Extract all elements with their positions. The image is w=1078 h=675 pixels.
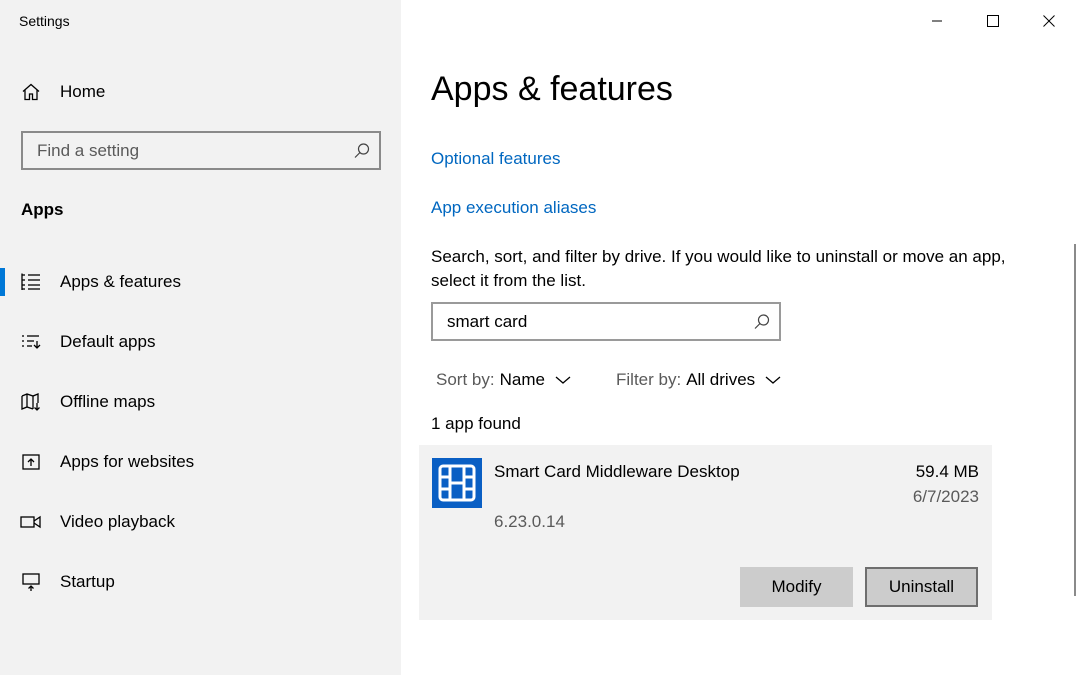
chevron-down-icon — [555, 376, 571, 384]
app-name: Smart Card Middleware Desktop — [494, 462, 740, 481]
app-search-input[interactable] — [447, 312, 747, 332]
scrollbar[interactable] — [1074, 244, 1076, 596]
sidebar-item-label: Video playback — [60, 512, 175, 531]
app-size: 59.4 MB — [915, 462, 979, 481]
close-icon — [1043, 15, 1055, 27]
window-title: Settings — [19, 13, 70, 29]
sidebar-item-offline-maps[interactable]: Offline maps — [0, 382, 401, 422]
uninstall-button[interactable]: Uninstall — [865, 567, 978, 607]
search-icon[interactable] — [353, 142, 371, 160]
apps-features-icon — [20, 271, 42, 293]
sidebar-item-apps-features[interactable]: Apps & features — [0, 262, 401, 302]
app-execution-aliases-link[interactable]: App execution aliases — [431, 198, 596, 218]
home-nav-item[interactable]: Home — [0, 72, 401, 112]
minimize-icon — [932, 20, 942, 22]
startup-icon — [20, 571, 42, 593]
optional-features-link[interactable]: Optional features — [431, 149, 560, 169]
filter-by-key: Filter by: — [616, 370, 682, 389]
home-label: Home — [60, 82, 106, 101]
chevron-down-icon — [765, 376, 781, 384]
sidebar-item-label: Offline maps — [60, 392, 156, 411]
section-title-apps: Apps — [21, 200, 64, 219]
minimize-button[interactable] — [917, 6, 957, 36]
sidebar-item-default-apps[interactable]: Default apps — [0, 322, 401, 362]
filter-by-value: All drives — [686, 370, 756, 389]
sidebar-item-label: Apps for websites — [60, 452, 195, 471]
home-icon — [20, 81, 42, 103]
app-list-item[interactable]: Smart Card Middleware Desktop 59.4 MB 6/… — [419, 445, 992, 620]
smart-card-app-icon — [432, 458, 482, 508]
search-description: Search, sort, and filter by drive. If yo… — [431, 247, 1006, 290]
sidebar: Settings Home Apps Apps & features Defau… — [0, 0, 401, 675]
sidebar-item-label: Default apps — [60, 332, 156, 351]
video-playback-icon — [20, 511, 42, 533]
app-install-date: 6/7/2023 — [912, 487, 979, 506]
page-title: Apps & features — [431, 70, 673, 108]
apps-for-websites-icon — [20, 451, 42, 473]
find-setting-search[interactable] — [21, 131, 381, 170]
app-version: 6.23.0.14 — [494, 512, 565, 531]
search-icon[interactable] — [753, 313, 771, 331]
default-apps-icon — [20, 331, 42, 353]
sidebar-item-label: Apps & features — [60, 272, 181, 291]
sidebar-item-label: Startup — [60, 572, 115, 591]
sidebar-item-apps-for-websites[interactable]: Apps for websites — [0, 442, 401, 482]
result-count: 1 app found — [431, 414, 521, 433]
sidebar-item-video-playback[interactable]: Video playback — [0, 502, 401, 542]
sort-by-value: Name — [499, 370, 545, 389]
find-setting-input[interactable] — [37, 141, 337, 161]
sort-by-dropdown[interactable]: Sort by: Name — [436, 370, 571, 390]
sidebar-item-startup[interactable]: Startup — [0, 562, 401, 602]
maximize-button[interactable] — [973, 6, 1013, 36]
main-content: Apps & features Optional features App ex… — [401, 0, 1078, 675]
close-button[interactable] — [1029, 6, 1069, 36]
offline-maps-icon — [20, 391, 42, 413]
sort-by-key: Sort by: — [436, 370, 495, 389]
app-list-search[interactable] — [431, 302, 781, 341]
filter-by-dropdown[interactable]: Filter by: All drives — [616, 370, 781, 390]
modify-button[interactable]: Modify — [740, 567, 853, 607]
maximize-icon — [987, 15, 999, 27]
